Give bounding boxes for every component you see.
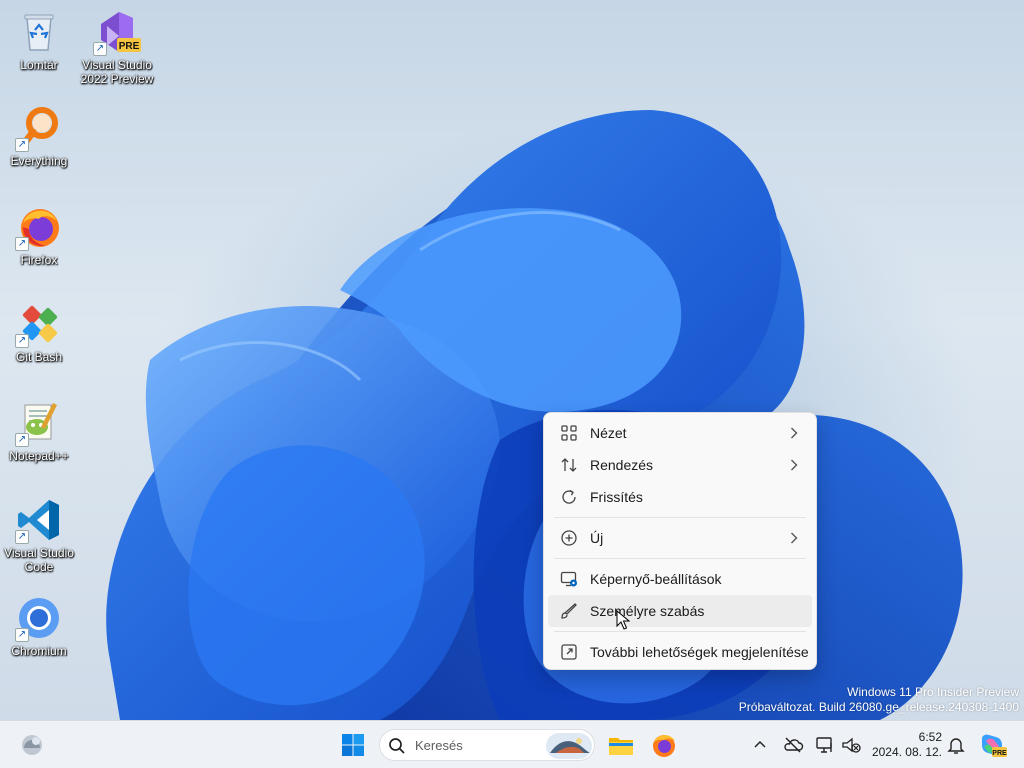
desktop-icon-label: Notepad++ xyxy=(9,449,69,463)
start-button[interactable] xyxy=(337,729,369,761)
onedrive-offline-icon[interactable] xyxy=(782,734,804,756)
desktop-icon-recycle-bin[interactable]: Lomtár xyxy=(0,8,78,72)
visual-studio-preview-icon: PRE ↗ xyxy=(93,8,141,56)
volume-muted-icon[interactable] xyxy=(840,734,862,756)
personalize-brush-icon xyxy=(560,602,578,620)
menu-item-label: Frissítés xyxy=(590,489,643,505)
desktop-icon-label: Visual Studio xyxy=(4,546,74,560)
menu-item-label: Nézet xyxy=(590,425,627,441)
display-settings-icon xyxy=(560,570,578,588)
desktop-icon-label-line2: 2022 Preview xyxy=(80,72,154,86)
firefox-icon: ↗ xyxy=(15,203,63,251)
menu-item-personalize[interactable]: Személyre szabás xyxy=(548,595,812,627)
taskbar-search[interactable]: Keresés xyxy=(379,729,595,761)
shortcut-arrow-icon: ↗ xyxy=(15,628,29,642)
sort-icon xyxy=(560,456,578,474)
notifications-bell-icon[interactable] xyxy=(945,734,967,756)
new-plus-icon xyxy=(560,529,578,547)
search-highlight-image xyxy=(546,733,592,759)
svg-text:PRE: PRE xyxy=(992,750,1007,757)
menu-separator xyxy=(554,631,806,632)
shortcut-arrow-icon: ↗ xyxy=(15,433,29,447)
git-bash-icon: ↗ xyxy=(15,300,63,348)
menu-item-sort[interactable]: Rendezés xyxy=(548,449,812,481)
desktop-icon-chromium[interactable]: ↗ Chromium xyxy=(0,594,78,658)
menu-item-label: Személyre szabás xyxy=(590,603,705,619)
menu-item-label: Új xyxy=(590,530,604,546)
taskbar-firefox[interactable] xyxy=(648,729,680,761)
network-display-icon[interactable] xyxy=(814,734,836,756)
recycle-bin-icon xyxy=(15,8,63,56)
desktop-icon-vscode[interactable]: ↗ Visual Studio Code xyxy=(0,496,78,574)
desktop-icon-everything[interactable]: ↗ Everything xyxy=(0,104,78,168)
shortcut-arrow-icon: ↗ xyxy=(15,237,29,251)
desktop-icon-label: Everything xyxy=(10,154,68,168)
refresh-icon xyxy=(560,488,578,506)
chevron-right-icon xyxy=(790,426,798,440)
desktop-icon-firefox[interactable]: ↗ Firefox xyxy=(0,203,78,267)
clock-date: 2024. 08. 12. xyxy=(871,745,942,759)
svg-text:PRE: PRE xyxy=(119,41,140,52)
menu-item-refresh[interactable]: Frissítés xyxy=(548,481,812,513)
taskbar-clock[interactable]: 6:52 2024. 08. 12. xyxy=(866,730,942,760)
chevron-right-icon xyxy=(790,458,798,472)
shortcut-arrow-icon: ↗ xyxy=(15,530,29,544)
everything-search-icon: ↗ xyxy=(15,104,63,152)
copilot-icon: PRE xyxy=(982,734,1007,757)
windows-logo-icon xyxy=(342,734,364,756)
notepad-plus-plus-icon: ↗ xyxy=(15,399,63,447)
view-grid-icon xyxy=(560,424,578,442)
shortcut-arrow-icon: ↗ xyxy=(93,42,107,56)
menu-separator xyxy=(554,517,806,518)
copilot-button[interactable]: PRE xyxy=(976,729,1008,761)
chromium-icon: ↗ xyxy=(15,594,63,642)
menu-item-new[interactable]: Új xyxy=(548,522,812,554)
menu-item-label: Rendezés xyxy=(590,457,654,473)
wallpaper-bloom xyxy=(106,110,963,720)
desktop-icon-label: Chromium xyxy=(11,644,67,658)
desktop-context-menu: Nézet Rendezés Frissítés Új Képernyő-beá… xyxy=(543,412,817,670)
chevron-right-icon xyxy=(790,531,798,545)
desktop-icon-label-line2: Code xyxy=(24,560,54,574)
taskbar-file-explorer[interactable] xyxy=(605,729,637,761)
desktop-icon-label: Firefox xyxy=(20,253,58,267)
shortcut-arrow-icon: ↗ xyxy=(15,334,29,348)
desktop-icon-git-bash[interactable]: ↗ Git Bash xyxy=(0,300,78,364)
search-placeholder: Keresés xyxy=(415,738,463,753)
tray-overflow-chevron-icon[interactable] xyxy=(749,734,771,756)
widgets-weather-icon xyxy=(22,735,42,755)
watermark-line2: Próbaváltozat. Build 26080.ge_release.24… xyxy=(738,700,1019,714)
desktop-icon-label: Visual Studio xyxy=(82,58,152,72)
taskbar: Keresés 6:52 2024. 08. 12. PRE xyxy=(0,720,1024,768)
menu-item-label: További lehetőségek megjelenítése xyxy=(590,644,809,660)
desktop-icon-visual-studio-preview[interactable]: PRE ↗ Visual Studio 2022 Preview xyxy=(78,8,156,86)
shortcut-arrow-icon: ↗ xyxy=(15,138,29,152)
vscode-icon: ↗ xyxy=(15,496,63,544)
clock-time: 6:52 xyxy=(918,730,942,744)
menu-item-view[interactable]: Nézet xyxy=(548,417,812,449)
desktop-icon-label: Lomtár xyxy=(20,58,58,72)
desktop[interactable]: Lomtár PRE ↗ Visual Studio 2022 Preview … xyxy=(0,0,1024,720)
menu-item-show-more-options[interactable]: További lehetőségek megjelenítése xyxy=(548,636,812,668)
search-icon xyxy=(388,737,406,755)
file-explorer-icon xyxy=(609,738,633,755)
windows-watermark: Windows 11 Pro Insider Preview Próbavált… xyxy=(739,685,1019,715)
desktop-icon-label: Git Bash xyxy=(15,350,63,364)
widgets-button[interactable] xyxy=(16,729,48,761)
watermark-line1: Windows 11 Pro Insider Preview xyxy=(847,685,1019,699)
firefox-icon xyxy=(653,735,675,757)
menu-separator xyxy=(554,558,806,559)
desktop-icon-notepad-plus-plus[interactable]: ↗ Notepad++ xyxy=(0,399,78,463)
menu-item-display-settings[interactable]: Képernyő-beállítások xyxy=(548,563,812,595)
menu-item-label: Képernyő-beállítások xyxy=(590,571,722,587)
show-more-options-icon xyxy=(560,643,578,661)
mouse-cursor-icon xyxy=(616,610,630,630)
